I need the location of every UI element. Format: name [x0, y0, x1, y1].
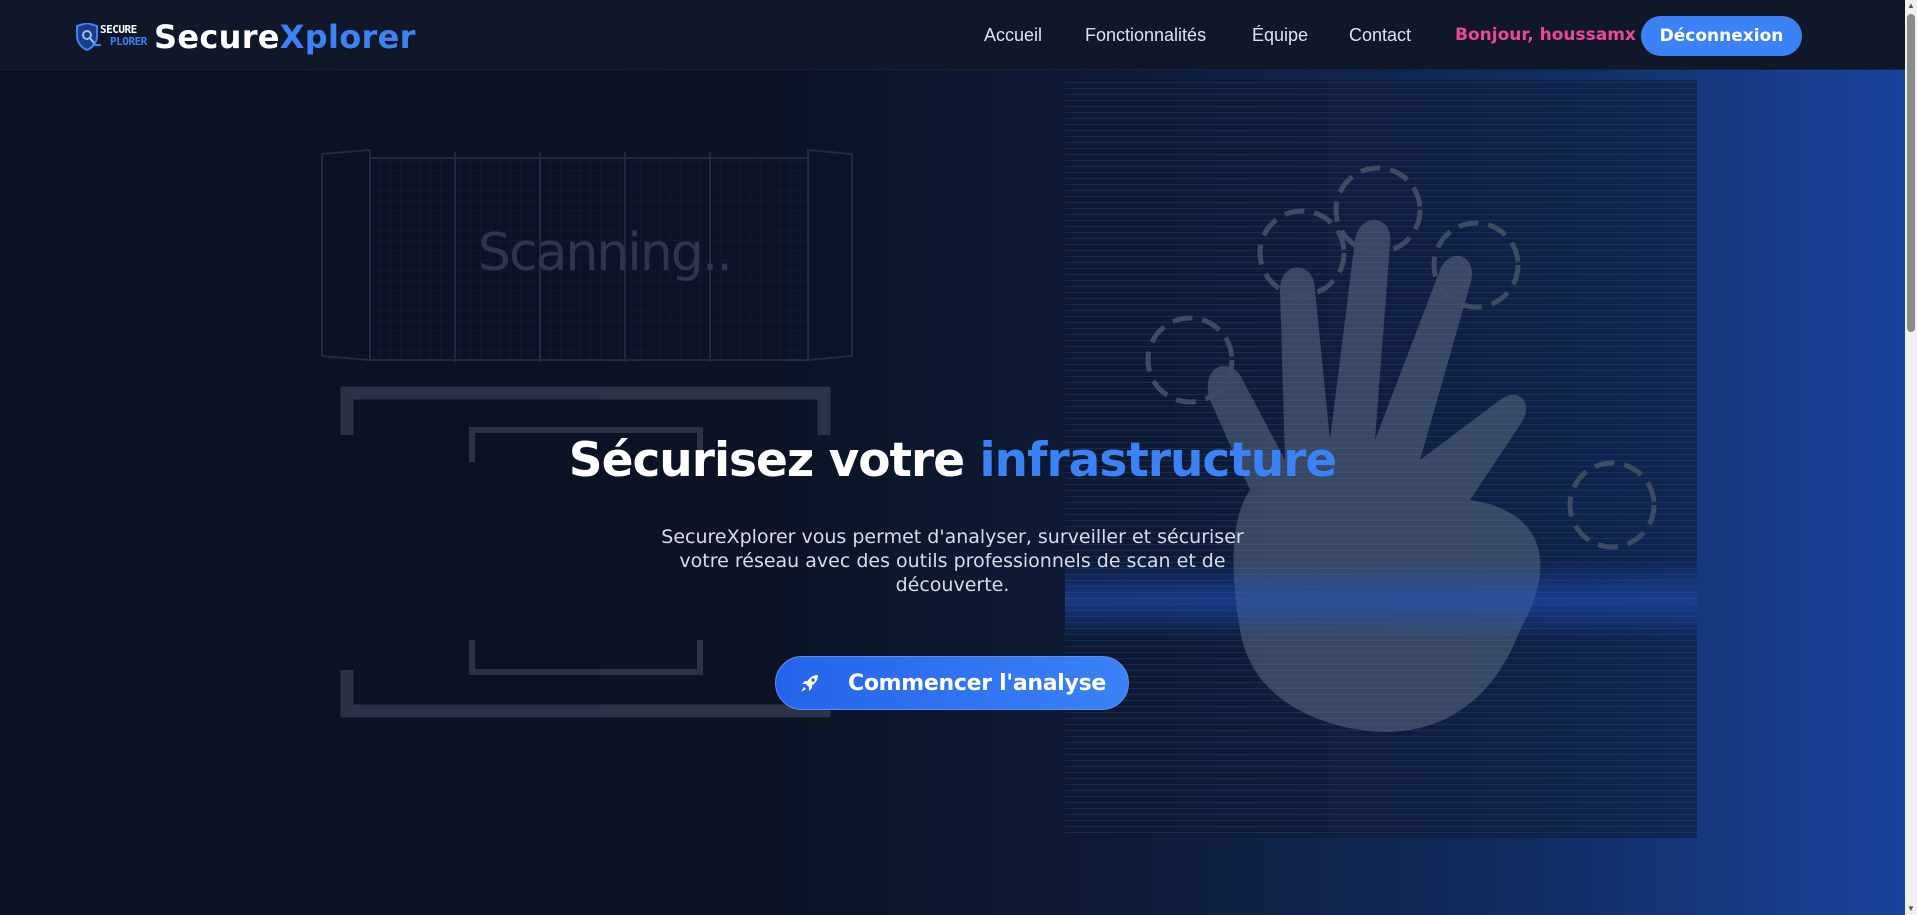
hero-title-part1: Sécurisez votre	[568, 433, 980, 488]
hero-title: Sécurisez votre infrastructure	[0, 433, 1905, 488]
page-scrollbar[interactable]: ▲ ▼	[1905, 0, 1917, 915]
nav-link-equipe[interactable]: Équipe	[1252, 25, 1308, 46]
hero-section: Scanning.. Sécurisez votre infrastructur…	[0, 70, 1905, 915]
rocket-icon	[801, 675, 818, 692]
hero-overlay	[0, 70, 1905, 915]
page: SECURE PLORER SecureXplorer Accueil Fonc…	[0, 0, 1917, 915]
logout-button[interactable]: Déconnexion	[1641, 16, 1802, 56]
nav-link-fonctionnalites[interactable]: Fonctionnalités	[1085, 25, 1206, 46]
hero-title-highlight: infrastructure	[979, 433, 1337, 488]
hero-subtitle: SecureXplorer vous permet d'analyser, su…	[661, 526, 1244, 596]
nav-link-accueil[interactable]: Accueil	[984, 25, 1042, 46]
navbar: SECURE PLORER SecureXplorer Accueil Fonc…	[0, 0, 1905, 70]
scroll-down-icon[interactable]: ▼	[1905, 903, 1917, 915]
user-greeting: Bonjour, houssamx	[1455, 25, 1636, 45]
start-analysis-button[interactable]: Commencer l'analyse	[775, 656, 1129, 710]
scroll-up-icon[interactable]: ▲	[1905, 0, 1917, 12]
start-analysis-label: Commencer l'analyse	[848, 670, 1106, 696]
nav-link-contact[interactable]: Contact	[1349, 25, 1411, 46]
scroll-thumb[interactable]	[1907, 14, 1915, 332]
